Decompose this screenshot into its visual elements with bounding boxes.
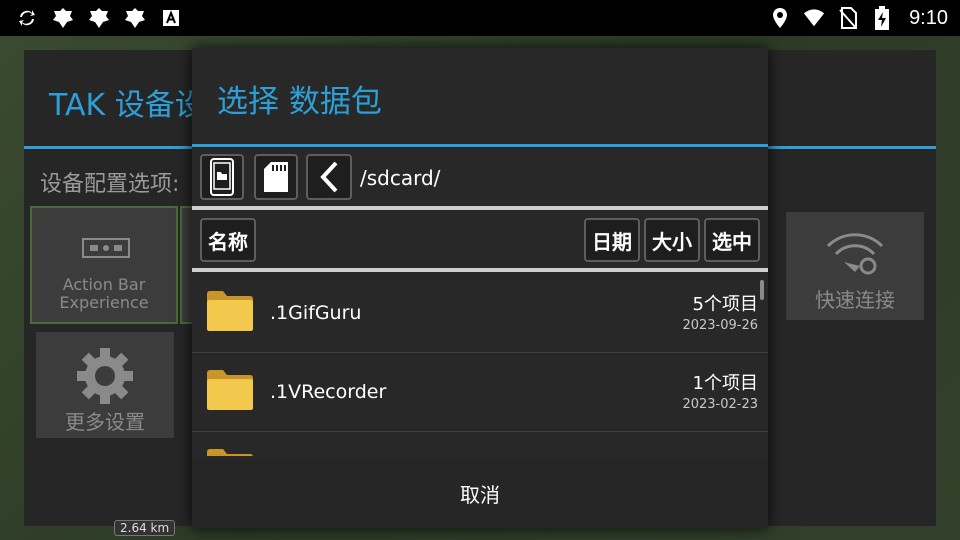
sd-card-icon — [264, 162, 288, 192]
file-item-count: 1个项目 — [692, 373, 758, 394]
chevron-left-icon — [320, 161, 338, 193]
folder-icon — [207, 370, 253, 410]
status-bar: 9:10 — [0, 0, 960, 36]
quick-connect-label: 快速连接 — [815, 288, 895, 312]
list-item[interactable]: .1VRecorder 1个项目 2023-02-23 — [192, 353, 768, 432]
notification-icon — [124, 7, 146, 29]
back-button[interactable] — [306, 154, 352, 200]
font-icon — [160, 7, 182, 29]
file-date: 2023-09-26 — [682, 318, 758, 333]
list-item[interactable] — [192, 432, 768, 456]
cancel-button[interactable]: 取消 — [192, 458, 768, 528]
path-divider — [192, 206, 768, 210]
header-divider — [192, 268, 768, 272]
folder-icon — [207, 449, 253, 456]
current-path: /sdcard/ — [360, 166, 441, 190]
action-bar-experience-label: Action Bar Experience — [59, 275, 149, 312]
notification-icon — [88, 7, 110, 29]
device-config-section-label: 设备配置选项: — [40, 172, 180, 197]
sort-by-selected-button[interactable]: 选中 — [704, 218, 760, 262]
file-name: .1VRecorder — [270, 381, 387, 403]
wifi-icon — [803, 7, 825, 29]
title-divider — [192, 144, 768, 147]
location-icon — [769, 7, 791, 29]
sort-by-name-button[interactable]: 名称 — [200, 218, 256, 262]
quick-connect-tile[interactable]: 快速连接 — [786, 212, 924, 320]
clock: 9:10 — [909, 6, 948, 29]
action-bar-experience-tile[interactable]: Action Bar Experience — [30, 206, 178, 324]
internal-storage-button[interactable] — [200, 154, 244, 200]
map-scale: 2.64 km — [114, 520, 176, 536]
folder-icon — [207, 291, 253, 331]
action-bar-icon — [82, 238, 130, 258]
file-list[interactable]: .1GifGuru 5个项目 2023-09-26 .1VRecorder 1个… — [192, 274, 768, 456]
list-item[interactable]: .1GifGuru 5个项目 2023-09-26 — [192, 274, 768, 353]
file-name: .1GifGuru — [270, 302, 362, 324]
phone-storage-icon — [210, 158, 234, 196]
file-date: 2023-02-23 — [682, 397, 758, 412]
battery-charging-icon — [871, 6, 893, 30]
notification-icon — [52, 7, 74, 29]
dialog-title: 选择 数据包 — [217, 84, 382, 120]
more-settings-tile[interactable]: 更多设置 — [36, 332, 174, 438]
sync-icon — [16, 7, 38, 29]
gear-icon — [77, 348, 133, 404]
file-item-count: 5个项目 — [692, 294, 758, 315]
sort-by-date-button[interactable]: 日期 — [584, 218, 640, 262]
no-sim-icon — [837, 7, 859, 29]
sort-by-size-button[interactable]: 大小 — [644, 218, 700, 262]
select-datapackage-dialog: 选择 数据包 /sdcard/ 名称 日期 大小 选中 .1GifGuru 5个… — [192, 48, 768, 528]
more-settings-label: 更多设置 — [65, 410, 145, 434]
wifi-settings-icon — [826, 233, 884, 275]
tak-settings-title: TAK 设备设 — [49, 88, 205, 123]
list-scrollbar[interactable] — [760, 280, 764, 300]
sd-card-button[interactable] — [254, 154, 298, 200]
